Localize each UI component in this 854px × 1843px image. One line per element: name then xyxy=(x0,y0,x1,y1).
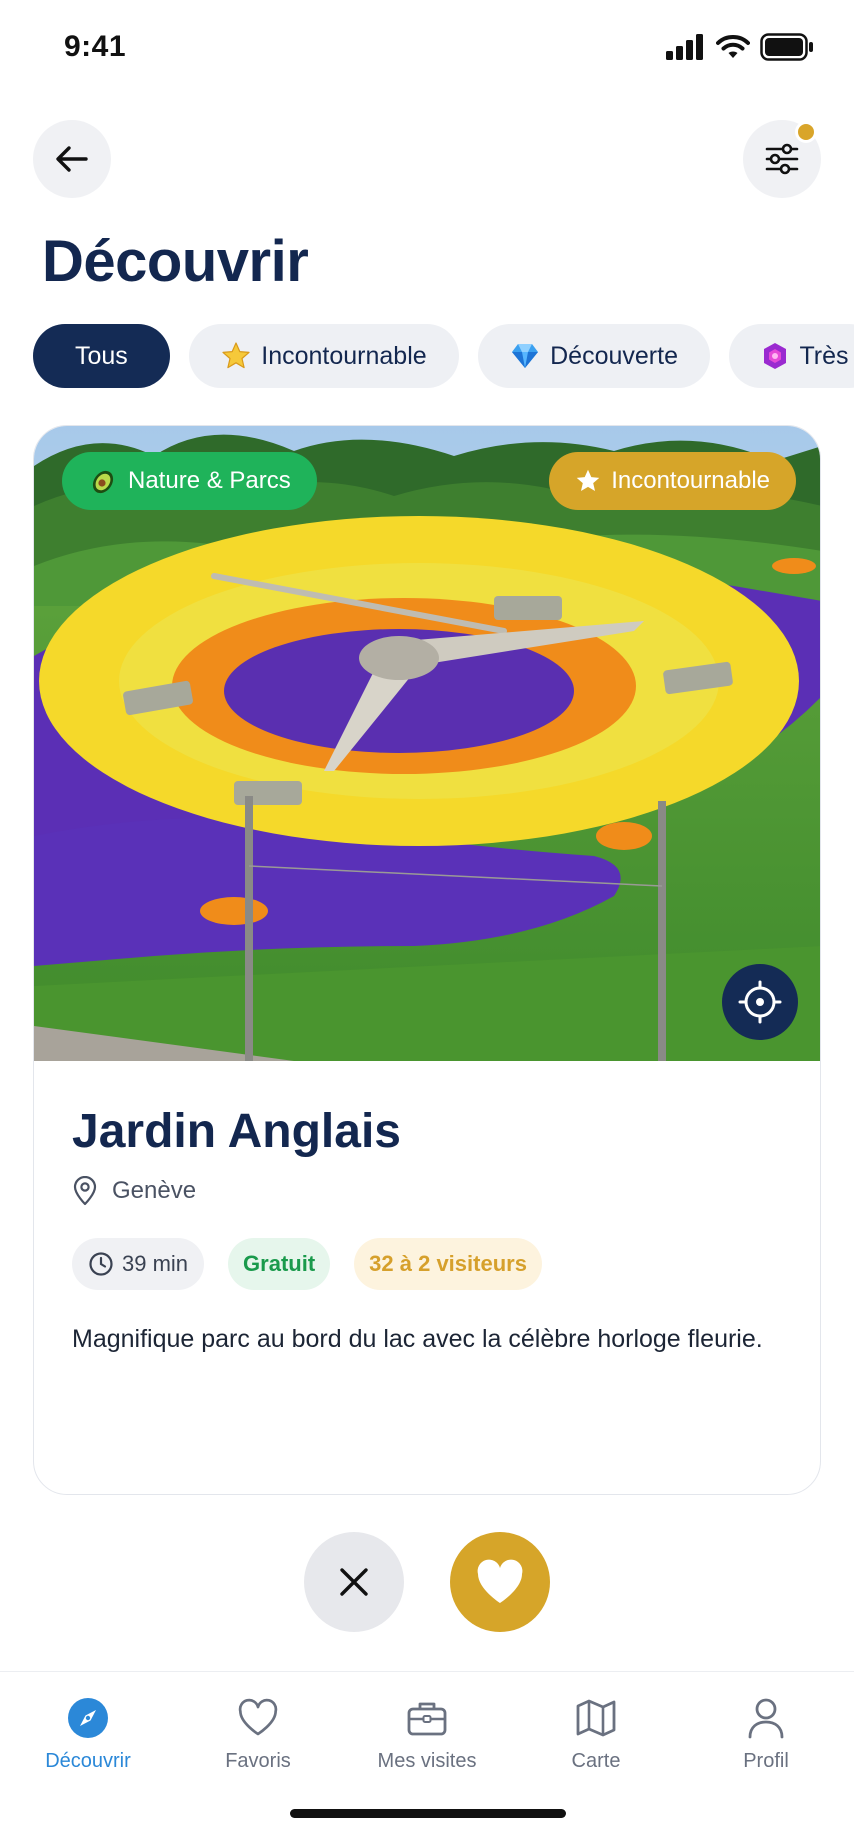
tab-favoris[interactable]: Favoris xyxy=(188,1696,328,1773)
arrow-left-icon xyxy=(56,146,88,172)
tier-badge: Incontournable xyxy=(549,452,796,510)
status-bar: 9:41 xyxy=(0,0,854,96)
chip-incontournable[interactable]: Incontournable xyxy=(189,324,459,388)
chip-decouverte[interactable]: Découverte xyxy=(478,324,710,388)
chip-label: Découverte xyxy=(550,341,678,370)
like-button[interactable] xyxy=(450,1532,550,1632)
category-badge: Nature & Parcs xyxy=(62,452,317,510)
tab-carte[interactable]: Carte xyxy=(526,1696,666,1773)
category-badge-label: Nature & Parcs xyxy=(128,467,291,494)
tab-decouvrir[interactable]: Découvrir xyxy=(18,1696,158,1773)
gem-icon xyxy=(512,344,539,368)
status-icons xyxy=(666,30,814,64)
tab-label: Découvrir xyxy=(45,1750,131,1772)
filter-button[interactable] xyxy=(743,120,821,198)
place-city: Genève xyxy=(112,1177,197,1204)
star-icon xyxy=(222,342,250,369)
visitors-label: 32 à 2 visiteurs xyxy=(369,1251,527,1276)
dislike-button[interactable] xyxy=(304,1532,404,1632)
purple-gem-icon xyxy=(764,343,787,369)
compass-icon xyxy=(66,1696,110,1740)
page-title: Découvrir xyxy=(42,229,309,294)
price-tag: Gratuit xyxy=(228,1238,331,1290)
tab-label: Carte xyxy=(571,1750,621,1772)
signal-icon xyxy=(666,34,703,60)
tab-label: Mes visites xyxy=(377,1750,477,1772)
heart-icon xyxy=(236,1696,280,1740)
flower-clock-image xyxy=(34,426,820,1061)
chip-tous[interactable]: Tous xyxy=(33,324,170,388)
filter-notification-dot xyxy=(795,121,817,143)
chip-label: Très xyxy=(799,341,849,370)
heart-icon xyxy=(477,1559,523,1603)
tier-badge-label: Incontournable xyxy=(611,467,770,494)
place-description: Magnifique parc au bord du lac avec la c… xyxy=(72,1325,763,1353)
crosshair-icon xyxy=(738,980,782,1024)
wifi-icon xyxy=(716,35,750,58)
place-location: Genève xyxy=(72,1176,196,1206)
place-tags: 39 min Gratuit 32 à 2 visiteurs xyxy=(72,1238,542,1290)
chip-label: Tous xyxy=(75,341,128,370)
place-name: Jardin Anglais xyxy=(72,1105,401,1158)
home-indicator xyxy=(290,1809,566,1818)
tab-label: Favoris xyxy=(225,1750,291,1772)
tab-mes-visites[interactable]: Mes visites xyxy=(357,1696,497,1773)
chip-tres[interactable]: Très xyxy=(729,324,854,388)
back-button[interactable] xyxy=(33,120,111,198)
duration-label: 39 min xyxy=(122,1251,189,1276)
status-time: 9:41 xyxy=(64,30,127,63)
briefcase-icon xyxy=(405,1696,449,1740)
location-pin-icon xyxy=(73,1176,97,1206)
place-card[interactable]: Nature & Parcs Incontournable Jardin Ang… xyxy=(33,425,821,1495)
battery-icon xyxy=(760,33,813,61)
tab-label: Profil xyxy=(743,1750,789,1772)
chip-label: Incontournable xyxy=(261,341,427,370)
clock-icon xyxy=(89,1252,113,1276)
sliders-icon xyxy=(765,143,799,175)
close-icon xyxy=(340,1568,368,1596)
star-icon xyxy=(576,469,600,492)
map-icon xyxy=(574,1696,618,1740)
place-photo: Nature & Parcs Incontournable xyxy=(34,426,820,1061)
filter-chips[interactable]: Tous Incontournable Découverte Très xyxy=(33,324,854,390)
visitors-tag: 32 à 2 visiteurs xyxy=(354,1238,542,1290)
price-label: Gratuit xyxy=(243,1251,316,1276)
duration-tag: 39 min xyxy=(72,1238,205,1290)
user-icon xyxy=(744,1696,788,1740)
locate-button[interactable] xyxy=(722,964,798,1040)
tab-profil[interactable]: Profil xyxy=(696,1696,836,1773)
avocado-icon xyxy=(92,470,114,494)
tab-bar: Découvrir Favoris Mes visites Carte Prof… xyxy=(0,1671,854,1843)
